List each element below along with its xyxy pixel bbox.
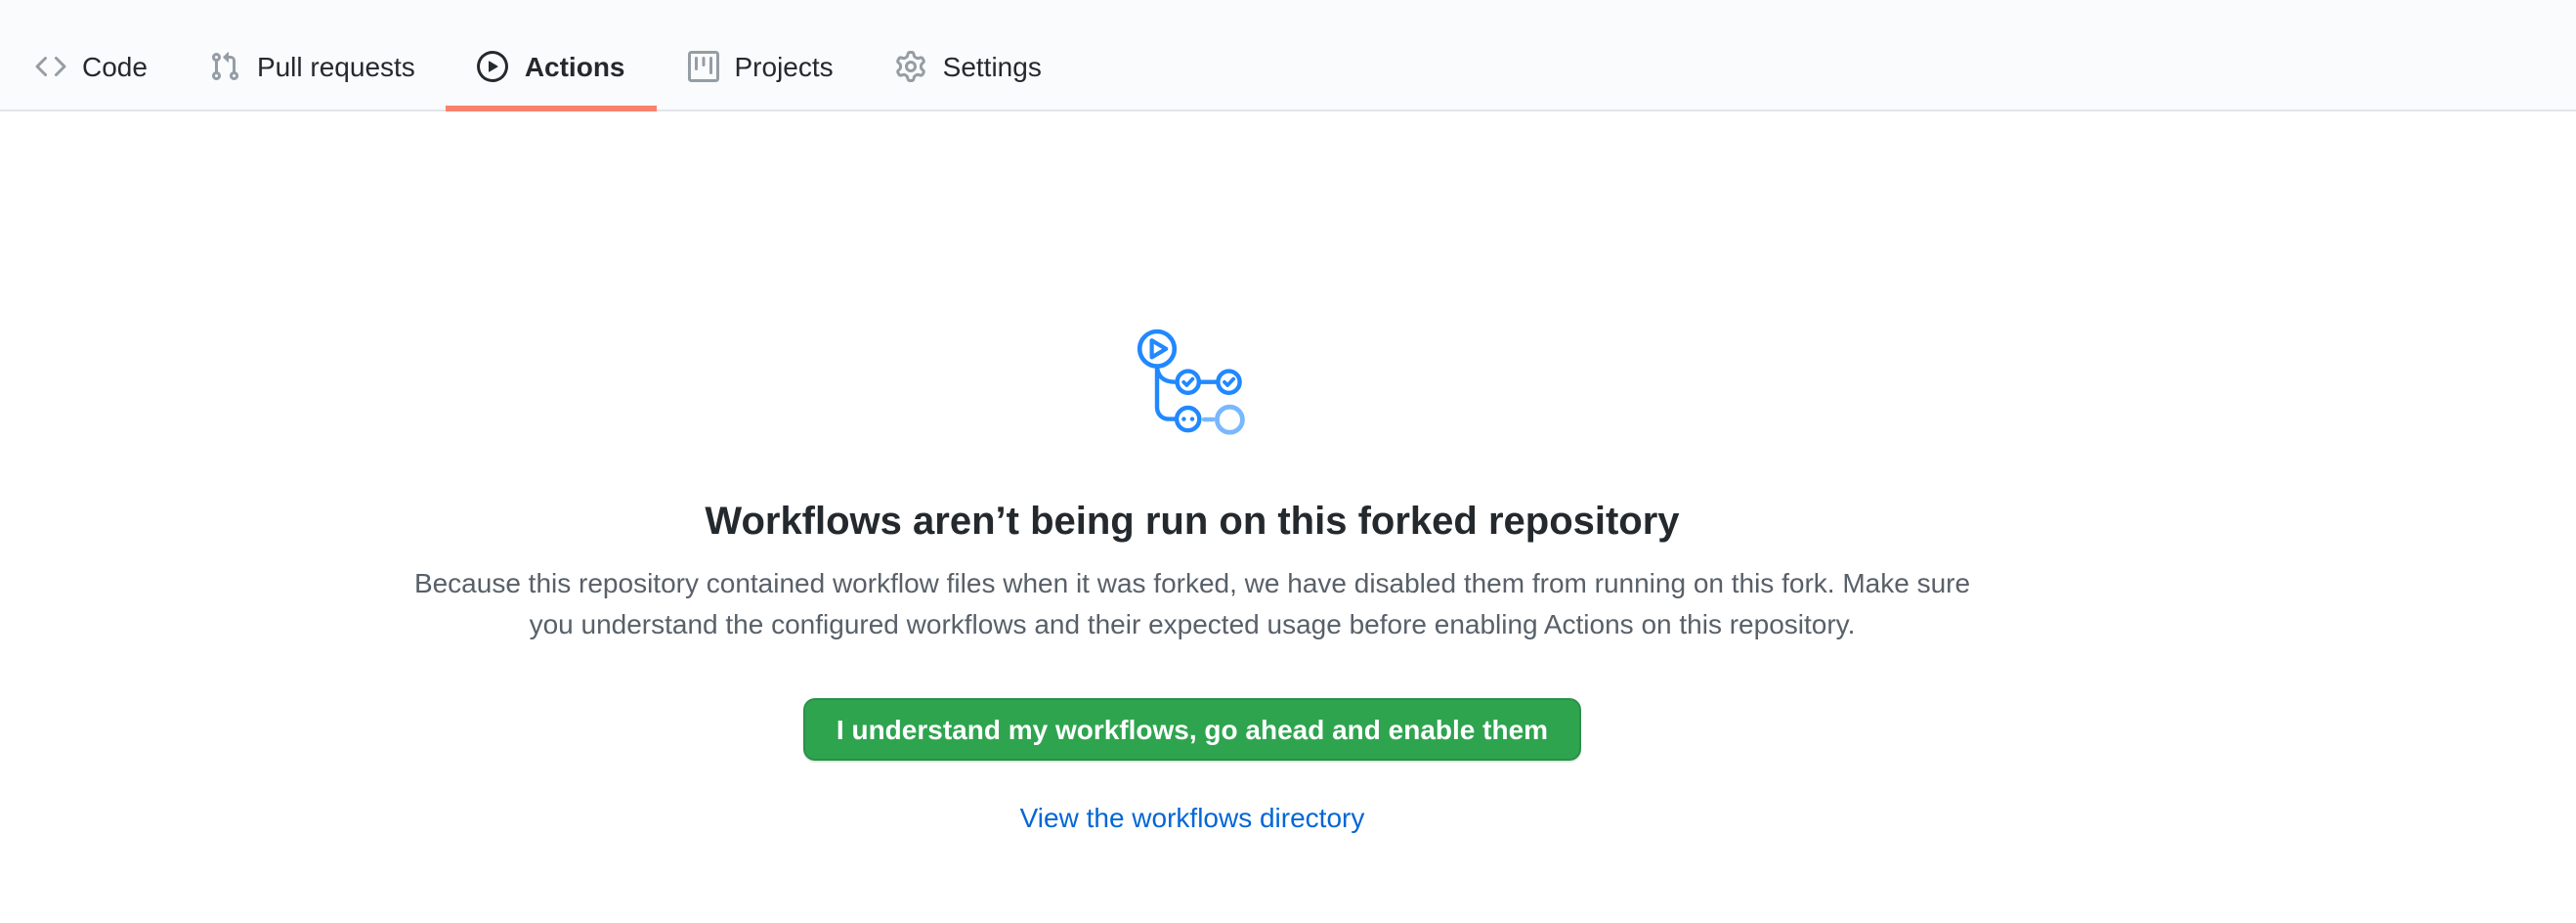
tab-label: Code — [82, 44, 148, 89]
workflow-graph-icon — [1138, 329, 1247, 436]
blankslate: Workflows aren’t being run on this forke… — [395, 111, 1990, 839]
enable-workflows-button[interactable]: I understand my workflows, go ahead and … — [803, 698, 1581, 761]
view-workflows-directory-link[interactable]: View the workflows directory — [1020, 802, 1365, 833]
tab-actions[interactable]: Actions — [447, 0, 657, 110]
repo-tab-nav: Code Pull requests Actions Projects Sett — [0, 0, 2576, 111]
description-text: Because this repository contained workfl… — [395, 563, 1990, 645]
tab-label: Actions — [525, 44, 625, 89]
code-icon — [35, 51, 66, 82]
tab-label: Projects — [735, 44, 834, 89]
page: Code Pull requests Actions Projects Sett — [0, 0, 2576, 923]
page-title: Workflows aren’t being run on this forke… — [395, 499, 1990, 548]
actions-disabled-panel: Workflows aren’t being run on this forke… — [0, 111, 2576, 923]
tab-code[interactable]: Code — [4, 0, 179, 110]
tab-label: Pull requests — [257, 44, 415, 89]
project-icon — [688, 51, 719, 82]
link-row: View the workflows directory — [395, 798, 1990, 839]
tab-projects[interactable]: Projects — [657, 0, 865, 110]
git-pull-request-icon — [210, 51, 241, 82]
gear-icon — [896, 51, 927, 82]
tab-label: Settings — [943, 44, 1042, 89]
tab-pull-requests[interactable]: Pull requests — [179, 0, 447, 110]
play-icon — [478, 51, 509, 82]
tab-settings[interactable]: Settings — [865, 0, 1073, 110]
